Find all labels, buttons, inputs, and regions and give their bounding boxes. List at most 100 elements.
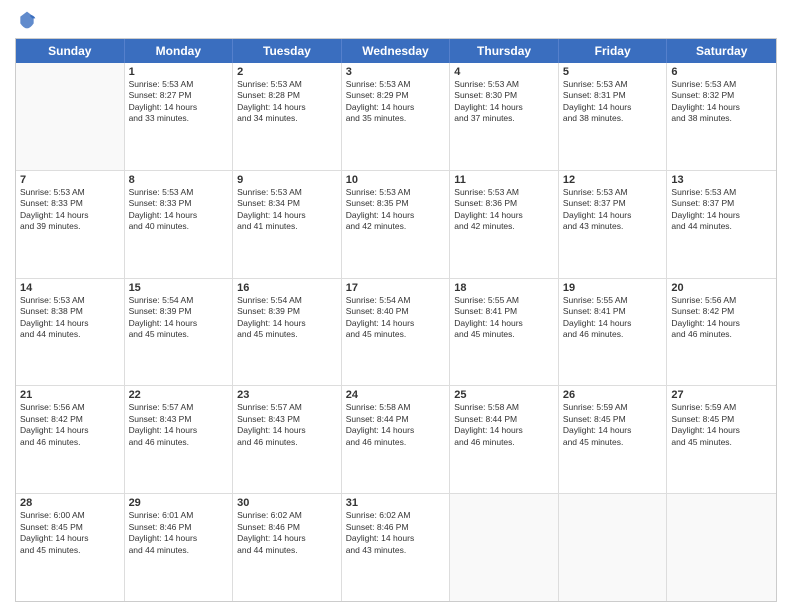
day-number: 13 [671,174,772,186]
day-info: Sunrise: 5:53 AM Sunset: 8:29 PM Dayligh… [346,79,446,125]
day-number: 29 [129,497,229,509]
day-info: Sunrise: 5:59 AM Sunset: 8:45 PM Dayligh… [563,402,663,448]
day-info: Sunrise: 5:54 AM Sunset: 8:40 PM Dayligh… [346,295,446,341]
day-number: 14 [20,282,120,294]
calendar-cell: 23Sunrise: 5:57 AM Sunset: 8:43 PM Dayli… [233,386,342,493]
calendar-cell: 14Sunrise: 5:53 AM Sunset: 8:38 PM Dayli… [16,279,125,386]
day-info: Sunrise: 5:53 AM Sunset: 8:35 PM Dayligh… [346,187,446,233]
day-info: Sunrise: 5:54 AM Sunset: 8:39 PM Dayligh… [237,295,337,341]
day-number: 4 [454,66,554,78]
day-number: 3 [346,66,446,78]
calendar-cell: 2Sunrise: 5:53 AM Sunset: 8:28 PM Daylig… [233,63,342,170]
day-number: 16 [237,282,337,294]
weekday-header-thursday: Thursday [450,39,559,63]
day-info: Sunrise: 5:53 AM Sunset: 8:27 PM Dayligh… [129,79,229,125]
day-number: 30 [237,497,337,509]
calendar-cell: 12Sunrise: 5:53 AM Sunset: 8:37 PM Dayli… [559,171,668,278]
logo [15,10,39,30]
day-info: Sunrise: 5:56 AM Sunset: 8:42 PM Dayligh… [20,402,120,448]
calendar-cell: 8Sunrise: 5:53 AM Sunset: 8:33 PM Daylig… [125,171,234,278]
calendar-cell [16,63,125,170]
day-number: 1 [129,66,229,78]
day-number: 24 [346,389,446,401]
weekday-header-friday: Friday [559,39,668,63]
day-number: 8 [129,174,229,186]
calendar-cell: 18Sunrise: 5:55 AM Sunset: 8:41 PM Dayli… [450,279,559,386]
day-info: Sunrise: 5:53 AM Sunset: 8:30 PM Dayligh… [454,79,554,125]
day-info: Sunrise: 5:57 AM Sunset: 8:43 PM Dayligh… [237,402,337,448]
weekday-header-tuesday: Tuesday [233,39,342,63]
calendar-cell: 1Sunrise: 5:53 AM Sunset: 8:27 PM Daylig… [125,63,234,170]
calendar-row-4: 28Sunrise: 6:00 AM Sunset: 8:45 PM Dayli… [16,493,776,601]
day-number: 25 [454,389,554,401]
calendar-cell: 9Sunrise: 5:53 AM Sunset: 8:34 PM Daylig… [233,171,342,278]
day-number: 27 [671,389,772,401]
calendar-cell: 11Sunrise: 5:53 AM Sunset: 8:36 PM Dayli… [450,171,559,278]
day-info: Sunrise: 5:53 AM Sunset: 8:28 PM Dayligh… [237,79,337,125]
day-info: Sunrise: 5:53 AM Sunset: 8:37 PM Dayligh… [671,187,772,233]
calendar-cell: 16Sunrise: 5:54 AM Sunset: 8:39 PM Dayli… [233,279,342,386]
calendar-cell: 30Sunrise: 6:02 AM Sunset: 8:46 PM Dayli… [233,494,342,601]
day-info: Sunrise: 6:01 AM Sunset: 8:46 PM Dayligh… [129,510,229,556]
day-info: Sunrise: 5:54 AM Sunset: 8:39 PM Dayligh… [129,295,229,341]
day-number: 12 [563,174,663,186]
day-number: 23 [237,389,337,401]
calendar: SundayMondayTuesdayWednesdayThursdayFrid… [15,38,777,602]
day-number: 21 [20,389,120,401]
calendar-cell [450,494,559,601]
day-number: 22 [129,389,229,401]
day-info: Sunrise: 6:00 AM Sunset: 8:45 PM Dayligh… [20,510,120,556]
day-number: 5 [563,66,663,78]
day-info: Sunrise: 5:55 AM Sunset: 8:41 PM Dayligh… [454,295,554,341]
day-number: 10 [346,174,446,186]
calendar-cell: 7Sunrise: 5:53 AM Sunset: 8:33 PM Daylig… [16,171,125,278]
calendar-cell: 21Sunrise: 5:56 AM Sunset: 8:42 PM Dayli… [16,386,125,493]
day-number: 17 [346,282,446,294]
weekday-header-saturday: Saturday [667,39,776,63]
calendar-cell: 20Sunrise: 5:56 AM Sunset: 8:42 PM Dayli… [667,279,776,386]
day-info: Sunrise: 5:53 AM Sunset: 8:37 PM Dayligh… [563,187,663,233]
calendar-cell: 22Sunrise: 5:57 AM Sunset: 8:43 PM Dayli… [125,386,234,493]
calendar-cell: 3Sunrise: 5:53 AM Sunset: 8:29 PM Daylig… [342,63,451,170]
calendar-cell: 24Sunrise: 5:58 AM Sunset: 8:44 PM Dayli… [342,386,451,493]
day-info: Sunrise: 6:02 AM Sunset: 8:46 PM Dayligh… [237,510,337,556]
calendar-cell: 15Sunrise: 5:54 AM Sunset: 8:39 PM Dayli… [125,279,234,386]
calendar-cell: 5Sunrise: 5:53 AM Sunset: 8:31 PM Daylig… [559,63,668,170]
calendar-cell: 6Sunrise: 5:53 AM Sunset: 8:32 PM Daylig… [667,63,776,170]
calendar-row-3: 21Sunrise: 5:56 AM Sunset: 8:42 PM Dayli… [16,385,776,493]
day-number: 7 [20,174,120,186]
calendar-cell: 28Sunrise: 6:00 AM Sunset: 8:45 PM Dayli… [16,494,125,601]
day-info: Sunrise: 5:57 AM Sunset: 8:43 PM Dayligh… [129,402,229,448]
calendar-cell: 27Sunrise: 5:59 AM Sunset: 8:45 PM Dayli… [667,386,776,493]
day-number: 18 [454,282,554,294]
calendar-body: 1Sunrise: 5:53 AM Sunset: 8:27 PM Daylig… [16,63,776,601]
day-number: 2 [237,66,337,78]
calendar-row-2: 14Sunrise: 5:53 AM Sunset: 8:38 PM Dayli… [16,278,776,386]
calendar-cell: 19Sunrise: 5:55 AM Sunset: 8:41 PM Dayli… [559,279,668,386]
day-number: 9 [237,174,337,186]
calendar-row-1: 7Sunrise: 5:53 AM Sunset: 8:33 PM Daylig… [16,170,776,278]
calendar-cell [559,494,668,601]
calendar-cell: 17Sunrise: 5:54 AM Sunset: 8:40 PM Dayli… [342,279,451,386]
weekday-header-sunday: Sunday [16,39,125,63]
day-info: Sunrise: 6:02 AM Sunset: 8:46 PM Dayligh… [346,510,446,556]
day-info: Sunrise: 5:55 AM Sunset: 8:41 PM Dayligh… [563,295,663,341]
day-info: Sunrise: 5:53 AM Sunset: 8:32 PM Dayligh… [671,79,772,125]
logo-icon [17,10,37,30]
day-info: Sunrise: 5:58 AM Sunset: 8:44 PM Dayligh… [454,402,554,448]
day-info: Sunrise: 5:53 AM Sunset: 8:31 PM Dayligh… [563,79,663,125]
day-info: Sunrise: 5:53 AM Sunset: 8:33 PM Dayligh… [20,187,120,233]
day-info: Sunrise: 5:53 AM Sunset: 8:34 PM Dayligh… [237,187,337,233]
calendar-cell: 4Sunrise: 5:53 AM Sunset: 8:30 PM Daylig… [450,63,559,170]
day-info: Sunrise: 5:53 AM Sunset: 8:38 PM Dayligh… [20,295,120,341]
day-number: 26 [563,389,663,401]
page-header [15,10,777,30]
calendar-cell: 26Sunrise: 5:59 AM Sunset: 8:45 PM Dayli… [559,386,668,493]
day-number: 11 [454,174,554,186]
day-number: 15 [129,282,229,294]
day-number: 20 [671,282,772,294]
day-number: 28 [20,497,120,509]
day-number: 19 [563,282,663,294]
day-info: Sunrise: 5:58 AM Sunset: 8:44 PM Dayligh… [346,402,446,448]
day-info: Sunrise: 5:53 AM Sunset: 8:36 PM Dayligh… [454,187,554,233]
